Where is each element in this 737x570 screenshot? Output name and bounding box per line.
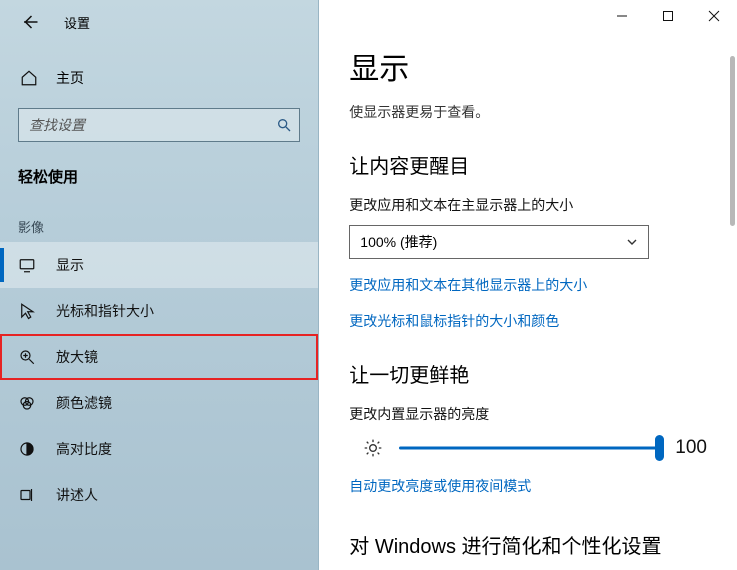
section-make-bigger: 让内容更醒目 <box>349 150 707 179</box>
search-input[interactable] <box>18 108 300 142</box>
sidebar-item-label: 颜色滤镜 <box>56 393 112 413</box>
link-other-displays[interactable]: 更改应用和文本在其他显示器上的大小 <box>349 275 587 295</box>
home-icon <box>20 69 38 87</box>
sidebar-item-magnifier[interactable]: 放大镜 <box>0 334 318 380</box>
magnifier-icon <box>18 348 38 366</box>
monitor-icon <box>18 256 38 274</box>
sidebar-item-label: 光标和指针大小 <box>56 301 154 321</box>
titlebar: 设置 <box>0 0 318 44</box>
brightness-value: 100 <box>675 437 707 459</box>
section-simplify: 对 Windows 进行简化和个性化设置 <box>349 530 707 559</box>
search-box[interactable] <box>18 108 300 142</box>
sidebar-item-cursor[interactable]: 光标和指针大小 <box>0 288 318 334</box>
page-title: 显示 <box>349 44 707 88</box>
group-label-video: 影像 <box>0 195 318 242</box>
section-ease-of-access: 轻松使用 <box>0 158 318 195</box>
brightness-label: 更改内置显示器的亮度 <box>349 404 707 424</box>
color-filter-icon <box>18 394 38 412</box>
dropdown-value: 100% (推荐) <box>360 232 437 252</box>
chevron-down-icon <box>626 236 638 248</box>
maximize-button[interactable] <box>645 0 691 32</box>
home-nav[interactable]: 主页 <box>0 56 318 100</box>
cursor-icon <box>18 302 38 320</box>
sidebar-item-high-contrast[interactable]: 高对比度 <box>0 426 318 472</box>
sidebar-item-color-filters[interactable]: 颜色滤镜 <box>0 380 318 426</box>
close-button[interactable] <box>691 0 737 32</box>
section-brighter: 让一切更鲜艳 <box>349 359 707 388</box>
sidebar-nav: 显示 光标和指针大小 放大镜 颜色滤镜 <box>0 242 318 518</box>
scrollbar[interactable] <box>730 56 735 226</box>
contrast-icon <box>18 440 38 458</box>
sidebar-item-display[interactable]: 显示 <box>0 242 318 288</box>
sidebar-item-label: 放大镜 <box>56 347 98 367</box>
window-title: 设置 <box>64 13 90 32</box>
slider-thumb[interactable] <box>655 435 664 461</box>
sun-icon <box>363 438 383 458</box>
narrator-icon <box>18 486 38 504</box>
brightness-slider[interactable] <box>399 436 659 460</box>
sidebar: 设置 主页 轻松使用 影像 显示 <box>0 0 319 570</box>
home-label: 主页 <box>56 68 84 88</box>
sidebar-item-label: 显示 <box>56 255 84 275</box>
sidebar-item-label: 高对比度 <box>56 439 112 459</box>
minimize-button[interactable] <box>599 0 645 32</box>
page-subtitle: 使显示器更易于查看。 <box>349 102 707 122</box>
main-content: 显示 使显示器更易于查看。 让内容更醒目 更改应用和文本在主显示器上的大小 10… <box>319 0 737 570</box>
brightness-row: 100 <box>349 436 707 460</box>
sidebar-item-label: 讲述人 <box>56 485 98 505</box>
link-cursor-size[interactable]: 更改光标和鼠标指针的大小和颜色 <box>349 311 559 331</box>
link-night-light[interactable]: 自动更改亮度或使用夜间模式 <box>349 476 531 496</box>
back-icon[interactable] <box>20 12 40 32</box>
window-controls <box>599 0 737 32</box>
scale-dropdown[interactable]: 100% (推荐) <box>349 225 649 259</box>
search-icon <box>276 117 292 133</box>
sidebar-item-narrator[interactable]: 讲述人 <box>0 472 318 518</box>
scale-label: 更改应用和文本在主显示器上的大小 <box>349 195 707 215</box>
